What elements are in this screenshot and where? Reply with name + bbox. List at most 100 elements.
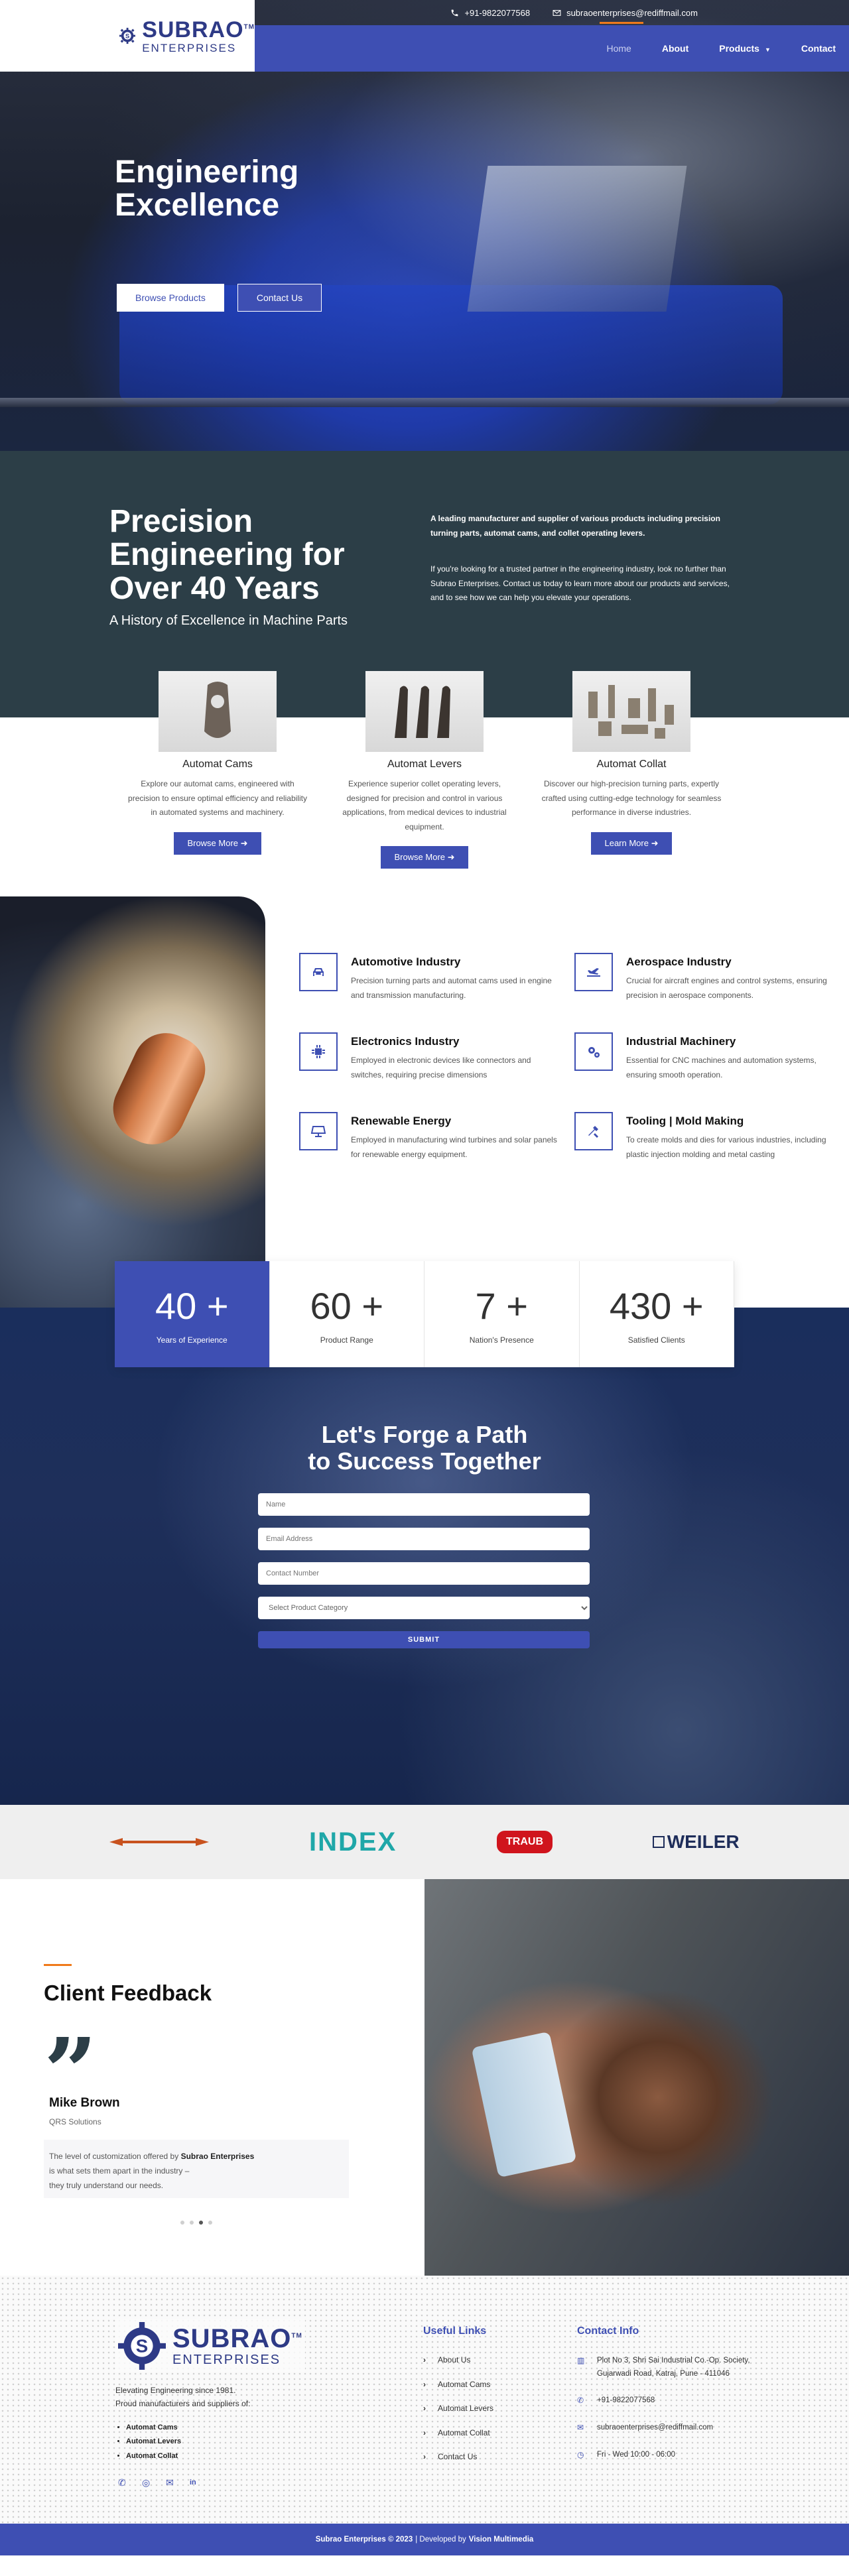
nav-products[interactable]: Products ▼ [719,43,771,54]
submit-button[interactable]: SUBMIT [258,1631,590,1648]
contact-phone[interactable]: ✆ +91-9822077568 [577,2394,763,2408]
footer-link[interactable]: › About Us [423,2355,493,2364]
stat-item: 40 + Years of Experience [115,1261,270,1367]
chevron-right-icon: › [423,2355,426,2364]
browse-more-label: Browse More [394,852,446,863]
phone-field[interactable] [258,1562,590,1585]
nav-contact[interactable]: Contact [801,43,836,54]
automat-cams-image [159,671,277,752]
browse-more-button[interactable]: Browse More ➜ [174,831,261,855]
linkedin-icon[interactable]: in [190,2477,200,2488]
hours-text: Fri - Wed 10:00 - 06:00 [597,2451,676,2459]
developed-by-text: | Developed by [415,2536,466,2544]
logo-wordmark: SUBRAOTM ENTERPRISES [142,19,255,54]
contact-hours: ◷ Fri - Wed 10:00 - 06:00 [577,2448,763,2462]
developer-link[interactable]: Vision Multimedia [469,2536,534,2544]
hero-title: Engineering Excellence [115,155,298,223]
main-nav: Home About Products ▼ Contact [255,22,849,72]
topbar-email[interactable]: subraoenterprises@rediffmail.com [553,8,698,18]
footer-product-list: Automat Cams Automat Levers Automat Coll… [126,2421,181,2463]
testimonial-line3: they truly understand our needs. [49,2181,164,2191]
traub-logo-text: TRAUB [497,1831,553,1853]
name-field[interactable] [258,1493,590,1516]
nav-about[interactable]: About [662,43,688,54]
hero-rail-image [0,398,849,407]
industry-desc: Essential for CNC machines and automatio… [626,1056,816,1079]
shirt-cuff [471,2031,577,2178]
testimonial-text: The level of customization offered by Su… [44,2140,349,2198]
arrow-logo-icon [109,1838,210,1846]
chip-icon [299,1032,338,1071]
brand-logos: INDEX TRAUB WEILER [0,1805,849,1879]
feedback-title: Client Feedback [44,1981,212,2005]
footer-link[interactable]: › Automat Levers [423,2404,493,2413]
stat-item: 60 + Product Range [270,1261,424,1367]
solar-panel-icon [299,1112,338,1150]
arrow-circle-icon: ➜ [447,852,455,863]
footer-link[interactable]: › Automat Cams [423,2380,493,2389]
industry-title: Industrial Machinery [626,1035,736,1048]
logo-sub: ENTERPRISES [142,41,237,54]
carousel-dot[interactable] [190,2221,194,2225]
footer-logo-sub: ENTERPRISES [172,2353,281,2367]
precision-subtitle: A History of Excellence in Machine Parts [109,613,348,628]
topbar-email-text: subraoenterprises@rediffmail.com [566,7,698,18]
browse-more-button[interactable]: Browse More ➜ [381,846,468,869]
nav-home[interactable]: Home [600,22,645,54]
mail-icon[interactable]: ✉ [166,2477,176,2488]
footer-desc-l2: Proud manufacturers and suppliers of: [115,2399,251,2409]
logo-tm: TM [243,23,255,31]
precision-title-l1: Precision [109,504,253,539]
chevron-down-icon: ▼ [764,46,771,53]
stat-label: Product Range [320,1335,373,1345]
chevron-right-icon: › [423,2452,426,2461]
industry-desc: Crucial for aircraft engines and control… [626,976,827,1000]
carousel-dot[interactable] [180,2221,184,2225]
site-footer: S SUBRAOTM ENTERPRISES Elevating Enginee… [0,2276,849,2524]
form-title: Let's Forge a Path to Success Together [0,1422,849,1474]
useful-links: › About Us › Automat Cams › Automat Levers … [423,2355,493,2477]
precision-body: If you're looking for a trusted partner … [430,564,730,603]
clock-icon: ◷ [577,2450,584,2460]
useful-links-title: Useful Links [423,2325,487,2337]
industries-section: Automotive Industry Precision turning par… [0,896,849,1308]
email-field[interactable] [258,1528,590,1550]
traub-brand-logo: TRAUB [497,1831,553,1853]
contact-us-button[interactable]: Contact Us [237,284,322,312]
industry-title: Tooling | Mold Making [626,1115,744,1127]
client-name: Mike Brown [49,2096,120,2110]
footer-link[interactable]: › Automat Collat [423,2428,493,2437]
footer-logo[interactable]: S SUBRAOTM ENTERPRISES [115,2319,305,2372]
carousel-dot[interactable] [208,2221,212,2225]
testimonial-pre: The level of customization offered by [49,2152,181,2161]
product-category-select[interactable]: Select Product Category [258,1597,590,1619]
footer-link[interactable]: › Contact Us [423,2452,493,2461]
footer-link-label: About Us [438,2355,471,2364]
handshake-photo [424,1879,849,2276]
weiler-brand-logo: WEILER [652,1831,740,1853]
automat-collat-image [572,671,690,752]
chevron-right-icon: › [423,2379,426,2389]
product-card: Automat Levers Experience superior colle… [332,671,517,869]
learn-more-button[interactable]: Learn More ➜ [591,831,672,855]
browse-products-button[interactable]: Browse Products [117,284,224,312]
industry-title: Automotive Industry [351,955,461,968]
contact-address: ▥ Plot No 3, Shri Sai Industrial Co.-Op. … [577,2354,763,2380]
footer-link-label: Automat Collat [438,2427,490,2437]
cam-part-icon [204,682,231,738]
copper-workpiece [102,1022,216,1156]
form-title-l1: Let's Forge a Path [321,1421,528,1448]
enquiry-form: Select Product Category SUBMIT [258,1493,590,1648]
automat-levers-image [365,671,484,752]
products-section: Automat Cams Explore our automat cams, e… [0,671,849,896]
industry-title: Aerospace Industry [626,955,732,968]
carousel-dot-active[interactable] [199,2221,203,2225]
site-logo[interactable]: S SUBRAOTM ENTERPRISES [0,0,255,72]
topbar-phone[interactable]: +91-9822077568 [450,8,530,18]
contact-email[interactable]: ✉ subraoenterprises@rediffmail.com [577,2421,763,2435]
list-item: Automat Cams [126,2421,181,2435]
product-card: Automat Cams Explore our automat cams, e… [125,671,310,855]
phone-icon[interactable]: ✆ [118,2477,129,2488]
whatsapp-icon[interactable]: ◎ [142,2477,153,2488]
hero-workpiece-image [467,166,687,312]
